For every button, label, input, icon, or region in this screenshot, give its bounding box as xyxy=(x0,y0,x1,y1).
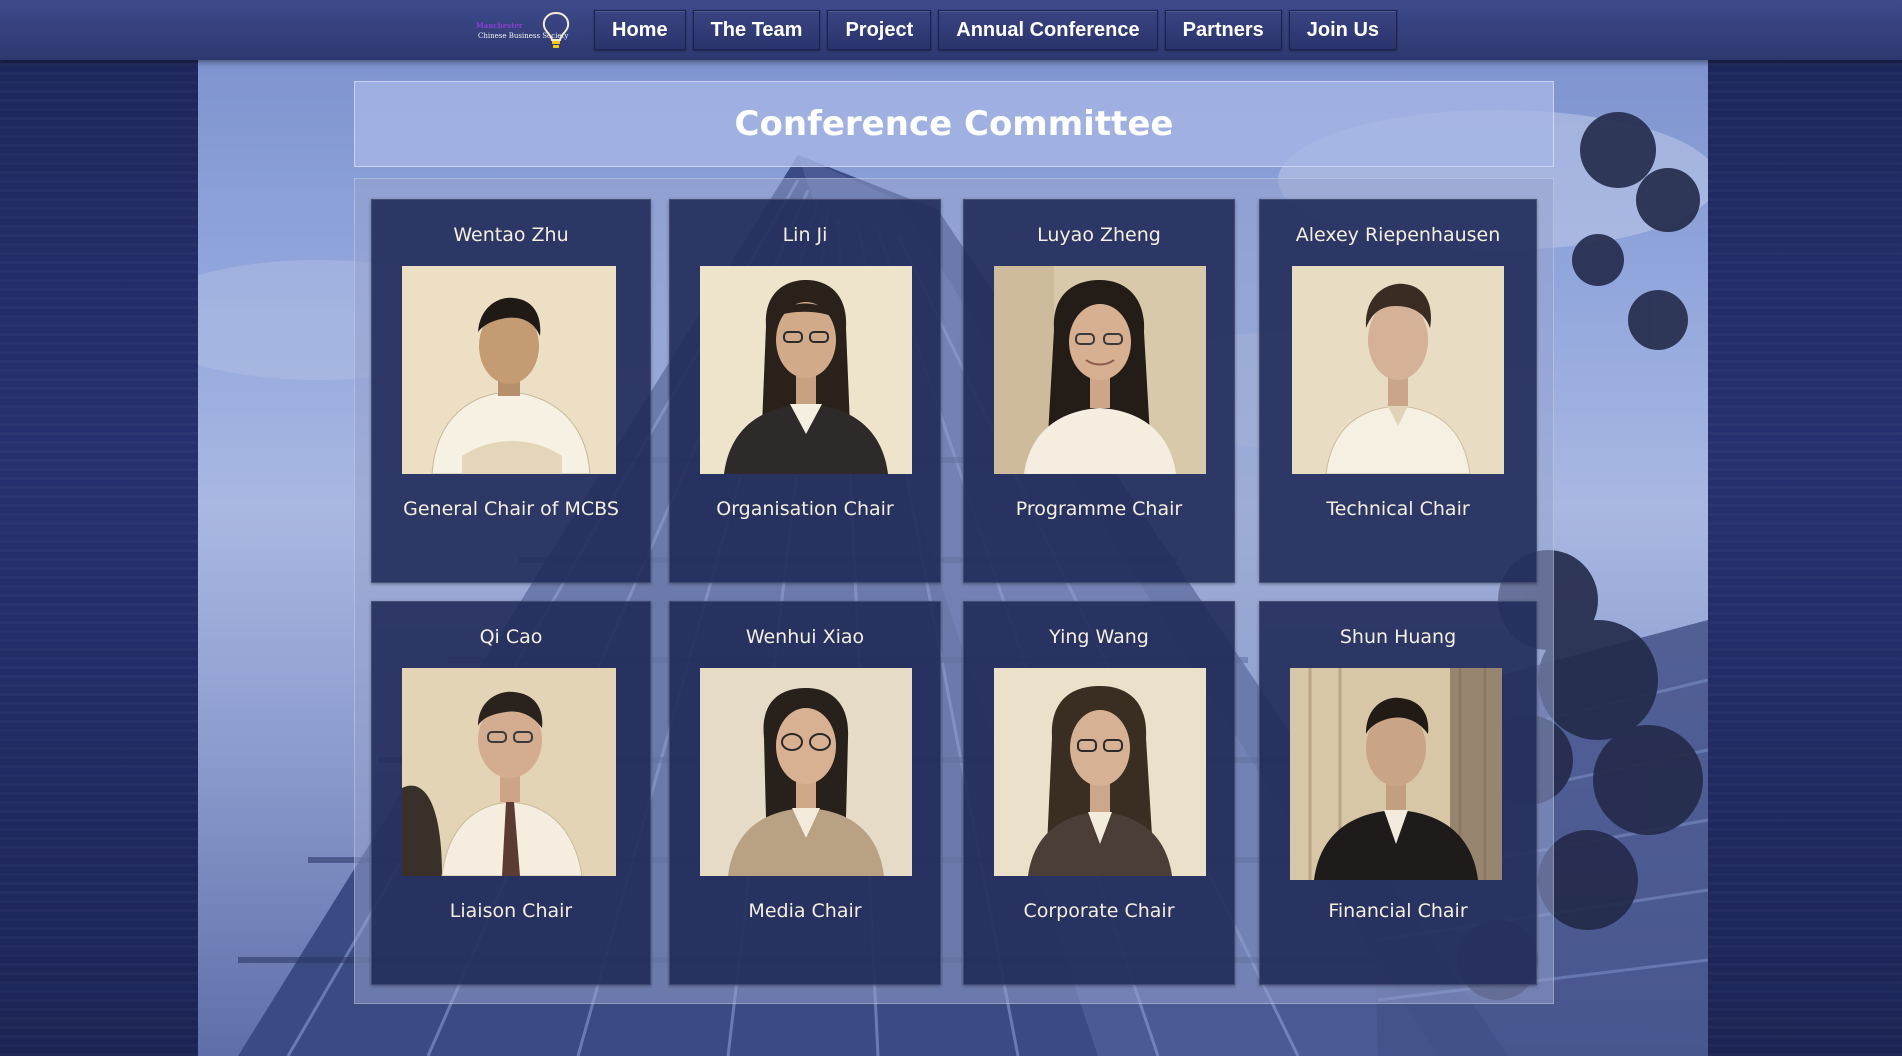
member-role: Technical Chair xyxy=(1326,498,1470,520)
member-photo xyxy=(402,266,616,474)
member-photo xyxy=(1290,668,1502,880)
member-role: Organisation Chair xyxy=(716,498,894,520)
portrait-photo xyxy=(700,668,912,876)
nav-item-the-team[interactable]: The Team xyxy=(692,10,821,50)
member-role: Financial Chair xyxy=(1328,900,1468,922)
member-card: Shun Huang Financial Chair xyxy=(1259,601,1537,985)
portrait-photo xyxy=(402,266,616,474)
member-name: Luyao Zheng xyxy=(1037,224,1161,246)
member-photo xyxy=(1292,266,1504,474)
committee-members-grid: Wentao Zhu General Chair of MCBS Lin Ji xyxy=(354,178,1554,1004)
member-photo xyxy=(994,266,1206,474)
member-photo xyxy=(402,668,616,876)
member-name: Qi Cao xyxy=(479,626,543,648)
member-name: Shun Huang xyxy=(1339,626,1457,648)
portrait-photo xyxy=(1292,266,1504,474)
member-name: Lin Ji xyxy=(782,224,828,246)
member-role: Corporate Chair xyxy=(1023,900,1175,922)
member-card: Ying Wang Corporate Chair xyxy=(963,601,1235,985)
nav-item-annual-conference[interactable]: Annual Conference xyxy=(938,10,1158,50)
member-name: Wentao Zhu xyxy=(453,224,569,246)
member-role: General Chair of MCBS xyxy=(403,498,619,520)
page-title: Conference Committee xyxy=(734,104,1174,144)
member-card: Wentao Zhu General Chair of MCBS xyxy=(371,199,651,583)
member-photo xyxy=(994,668,1206,876)
portrait-photo xyxy=(994,266,1206,474)
background-left-panel xyxy=(0,60,198,1056)
member-card: Luyao Zheng Programme Chair xyxy=(963,199,1235,583)
member-name: Alexey Riepenhausen xyxy=(1295,224,1501,246)
member-card: Qi Cao Liaison Chair xyxy=(371,601,651,985)
portrait-photo xyxy=(402,668,616,876)
page: Manchester Chinese Business Society Home… xyxy=(0,0,1902,1056)
portrait-photo xyxy=(700,266,912,474)
site-logo[interactable]: Manchester Chinese Business Society xyxy=(474,8,574,52)
logo-title: Manchester xyxy=(476,21,523,30)
member-role: Media Chair xyxy=(748,900,862,922)
page-title-panel: Conference Committee xyxy=(354,81,1554,167)
lightbulb-icon xyxy=(542,11,570,48)
nav-item-join-us[interactable]: Join Us xyxy=(1288,10,1398,50)
member-role: Liaison Chair xyxy=(449,900,573,922)
member-card: Alexey Riepenhausen Technical Chair xyxy=(1259,199,1537,583)
nav-menu: Home The Team Project Annual Conference … xyxy=(594,10,1398,50)
member-card: Lin Ji Organisation Chair xyxy=(669,199,941,583)
member-photo xyxy=(700,668,912,876)
background-right-panel xyxy=(1708,60,1902,1056)
portrait-photo xyxy=(1290,668,1502,880)
member-card: Wenhui Xiao Media Chair xyxy=(669,601,941,985)
member-name: Wenhui Xiao xyxy=(745,626,865,648)
portrait-photo xyxy=(994,668,1206,876)
nav-item-home[interactable]: Home xyxy=(594,10,686,50)
member-photo xyxy=(700,266,912,474)
nav-item-project[interactable]: Project xyxy=(827,10,932,50)
member-role: Programme Chair xyxy=(1015,498,1183,520)
member-name: Ying Wang xyxy=(1049,626,1149,648)
nav-item-partners[interactable]: Partners xyxy=(1164,10,1282,50)
main-navigation: Manchester Chinese Business Society Home… xyxy=(0,0,1902,60)
